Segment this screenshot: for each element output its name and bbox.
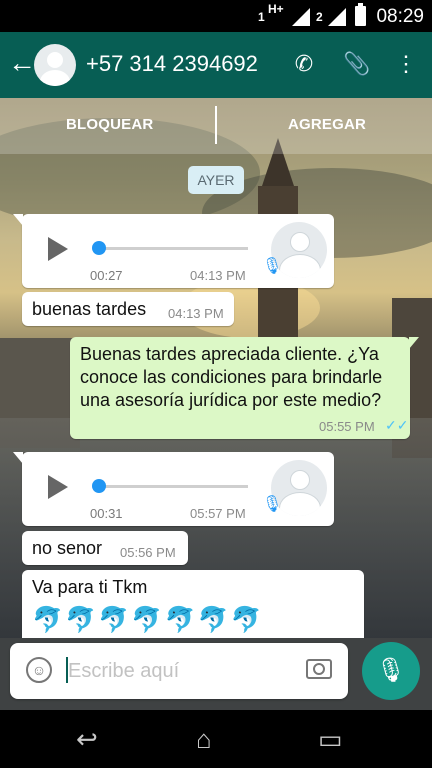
message-time: 04:13 PM (190, 268, 246, 283)
audio-progress[interactable] (98, 247, 248, 250)
nav-back-icon[interactable]: ↩ (76, 724, 98, 755)
mic-button[interactable]: 🎙 (362, 642, 420, 700)
message-text: Va para ti Tkm (32, 577, 148, 597)
play-icon[interactable] (48, 475, 68, 499)
emoji-icon[interactable]: ☺ (26, 657, 52, 683)
mic-icon: 🎙 (262, 258, 283, 275)
signal-icon (292, 8, 310, 26)
signal-icon (328, 8, 346, 26)
incoming-message: no senor 05:56 PM (22, 531, 188, 565)
message-text: buenas tardes (32, 299, 147, 319)
voice-message[interactable]: 00:31 05:57 PM 🎙 (13, 452, 334, 526)
composer[interactable]: ☺ Escribe aquí (10, 643, 348, 699)
message-time: 05:55 PM (319, 419, 375, 434)
message-text: Buenas tardes apreciada cliente. ¿Ya con… (80, 344, 383, 410)
nav-recents-icon[interactable]: ▭ (318, 724, 343, 755)
add-button[interactable]: AGREGAR (288, 116, 366, 133)
audio-progress[interactable] (98, 485, 248, 488)
contact-actions: BLOQUEAR AGREGAR (0, 98, 432, 154)
android-nav-bar: ↩ ⌂ ▭ (0, 710, 432, 768)
back-arrow-icon[interactable]: ← (8, 48, 36, 78)
contact-name[interactable]: +57 314 2394692 (86, 51, 258, 77)
play-icon[interactable] (48, 237, 68, 261)
battery-icon (355, 3, 366, 26)
dolphin-emoji-row: 🐬🐬🐬🐬🐬🐬🐬 (32, 606, 264, 634)
contact-avatar[interactable] (34, 44, 76, 86)
status-time: 08:29 (376, 6, 424, 27)
sim1-label: 1 (258, 10, 265, 24)
mic-icon: 🎙 (262, 496, 283, 513)
audio-duration: 00:27 (90, 268, 123, 283)
network-label: H+ (268, 2, 284, 16)
incoming-message: buenas tardes 04:13 PM (22, 292, 234, 326)
message-time: 05:57 PM (190, 506, 246, 521)
outgoing-message: Buenas tardes apreciada cliente. ¿Ya con… (70, 337, 419, 439)
phone-icon[interactable]: ✆ (290, 50, 318, 78)
more-vert-icon[interactable]: ⋮ (392, 50, 420, 78)
message-time: 05:56 PM (120, 545, 176, 560)
message-input[interactable]: Escribe aquí (68, 660, 179, 683)
status-bar: 1 H+ 2 08:29 (0, 0, 432, 32)
paperclip-icon[interactable]: 📎 (343, 50, 371, 78)
voice-message[interactable]: 00:27 04:13 PM 🎙 (13, 214, 334, 288)
chat-header: ← +57 314 2394692 ✆ 📎 ⋮ (0, 32, 432, 98)
day-separator: AYER (188, 166, 244, 194)
sim2-label: 2 (316, 10, 323, 24)
camera-icon[interactable] (306, 659, 332, 679)
block-button[interactable]: BLOQUEAR (66, 116, 153, 133)
audio-duration: 00:31 (90, 506, 123, 521)
mic-icon: 🎙 (375, 657, 407, 684)
audio-knob[interactable] (92, 479, 106, 493)
audio-knob[interactable] (92, 241, 106, 255)
nav-home-icon[interactable]: ⌂ (196, 724, 212, 755)
message-time: 04:13 PM (168, 306, 224, 321)
incoming-message: Va para ti Tkm 🐬🐬🐬🐬🐬🐬🐬 (22, 570, 364, 638)
message-text: no senor (32, 538, 103, 558)
double-check-icon: ✓✓ (385, 417, 409, 433)
chat-area: BLOQUEAR AGREGAR AYER 00:27 04:13 PM 🎙 b… (0, 98, 432, 638)
